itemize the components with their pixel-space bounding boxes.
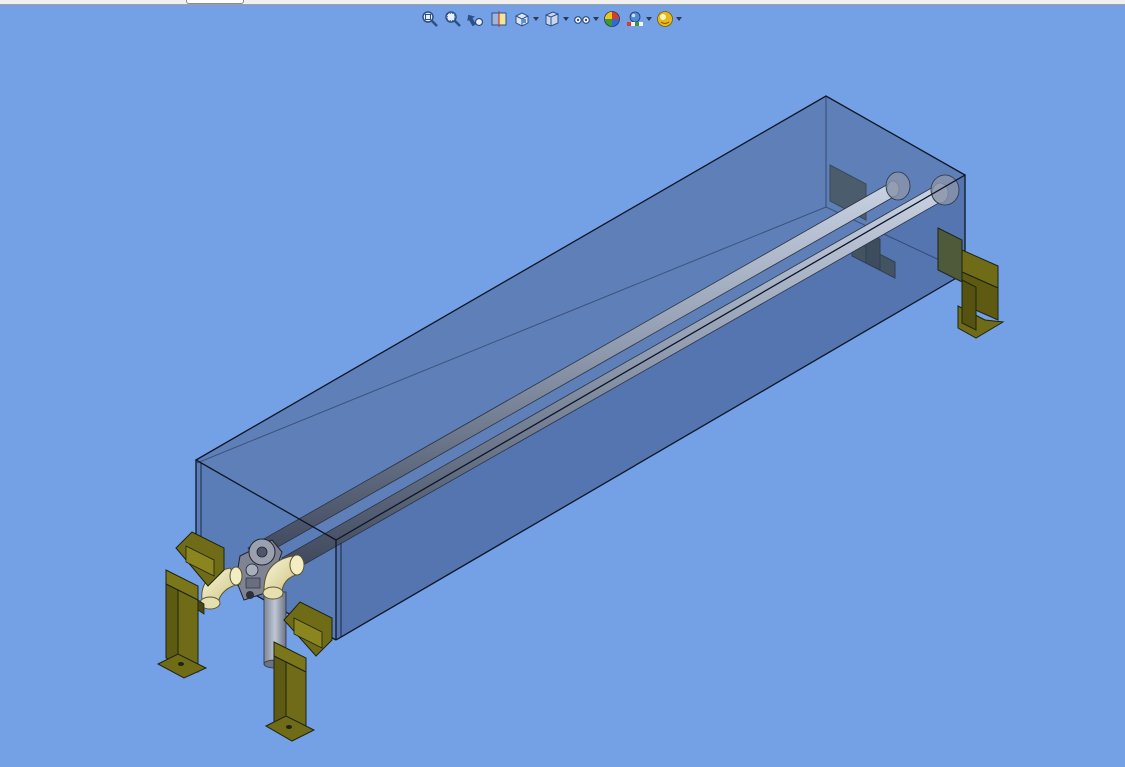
heat-pipe-rear[interactable] bbox=[247, 171, 911, 561]
model-scene[interactable] bbox=[0, 0, 1125, 767]
graphics-area[interactable] bbox=[0, 0, 1125, 767]
